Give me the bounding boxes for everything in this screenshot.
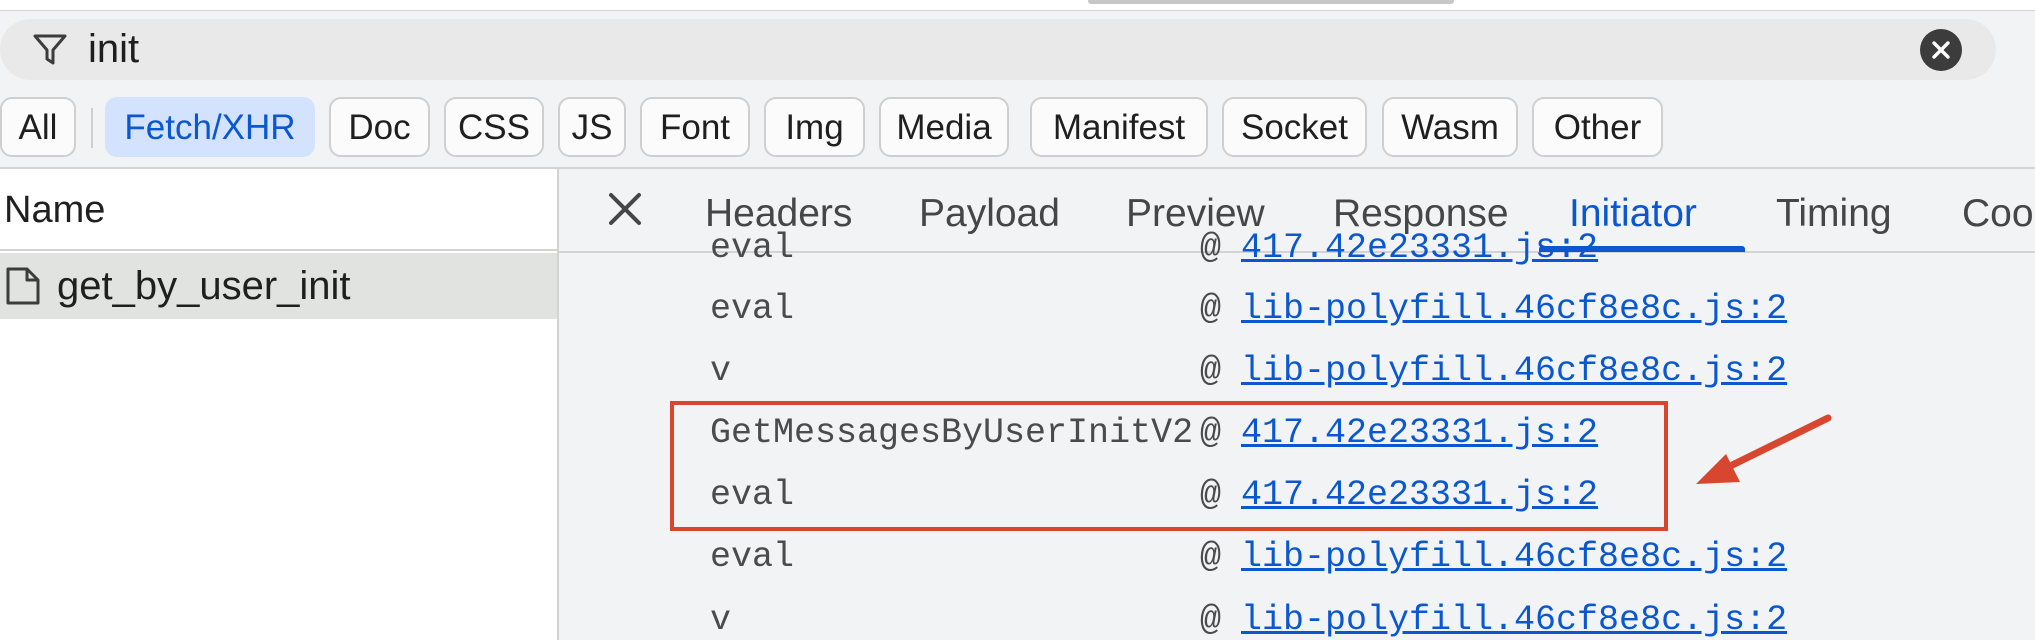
call-stack-frame: eval @ 417.42e23331.js:2 [559,217,2035,279]
frame-source-link[interactable]: lib-polyfill.46cf8e8c.js:2 [1241,278,1787,340]
filter-bar [0,19,1996,80]
filter-icon [33,34,67,65]
top-scroll-strip [0,0,2035,11]
type-filter-css[interactable]: CSS [444,97,544,157]
request-row[interactable]: get_by_user_init [0,253,557,319]
filter-input[interactable] [88,28,1588,70]
call-stack-frame: v @ lib-polyfill.46cf8e8c.js:2 [559,340,2035,402]
type-filter-doc[interactable]: Doc [329,97,430,157]
clear-icon[interactable] [1920,29,1962,71]
call-stack-frame: eval @ lib-polyfill.46cf8e8c.js:2 [559,526,2035,588]
type-filter-media[interactable]: Media [879,97,1009,157]
frame-function: eval [710,289,795,329]
frame-source-link[interactable]: lib-polyfill.46cf8e8c.js:2 [1241,589,1787,640]
type-filter-fetch-xhr[interactable]: Fetch/XHR [105,97,315,157]
type-filter-other[interactable]: Other [1532,97,1663,157]
frame-source-link[interactable]: lib-polyfill.46cf8e8c.js:2 [1241,526,1787,588]
type-filter-img[interactable]: Img [764,97,865,157]
frame-function: eval [710,537,795,577]
frame-source-link[interactable]: lib-polyfill.46cf8e8c.js:2 [1241,340,1787,402]
frame-at: @ [1200,537,1222,577]
file-icon [6,267,40,305]
call-stack-frame: eval @ lib-polyfill.46cf8e8c.js:2 [559,278,2035,340]
type-filter-js[interactable]: JS [558,97,626,157]
frame-at: @ [1200,351,1222,391]
name-column-header[interactable]: Name [0,169,557,251]
frame-at: @ [1200,289,1222,329]
type-filter-wasm[interactable]: Wasm [1382,97,1518,157]
frame-at: @ [1200,600,1222,640]
frame-at: @ [1200,228,1222,268]
type-filter-all[interactable]: All [0,97,76,157]
annotation-highlight-box [670,401,1668,531]
arrow-annotation [1696,414,1832,484]
scrollbar-thumb[interactable] [1088,0,1454,4]
frame-function: v [710,351,732,391]
request-list: Name get_by_user_init [0,169,557,640]
frame-function: v [710,600,732,640]
call-stack-frame: v @ lib-polyfill.46cf8e8c.js:2 [559,589,2035,640]
request-name: get_by_user_init [57,264,351,308]
resource-type-filter-bar: All Fetch/XHR Doc CSS JS Font Img Media … [0,94,2035,164]
frame-function: eval [710,228,795,268]
type-filter-separator [91,108,93,148]
type-filter-manifest[interactable]: Manifest [1030,97,1208,157]
type-filter-font[interactable]: Font [640,97,750,157]
type-filter-socket[interactable]: Socket [1222,97,1367,157]
frame-source-link[interactable]: 417.42e23331.js:2 [1241,217,1598,279]
